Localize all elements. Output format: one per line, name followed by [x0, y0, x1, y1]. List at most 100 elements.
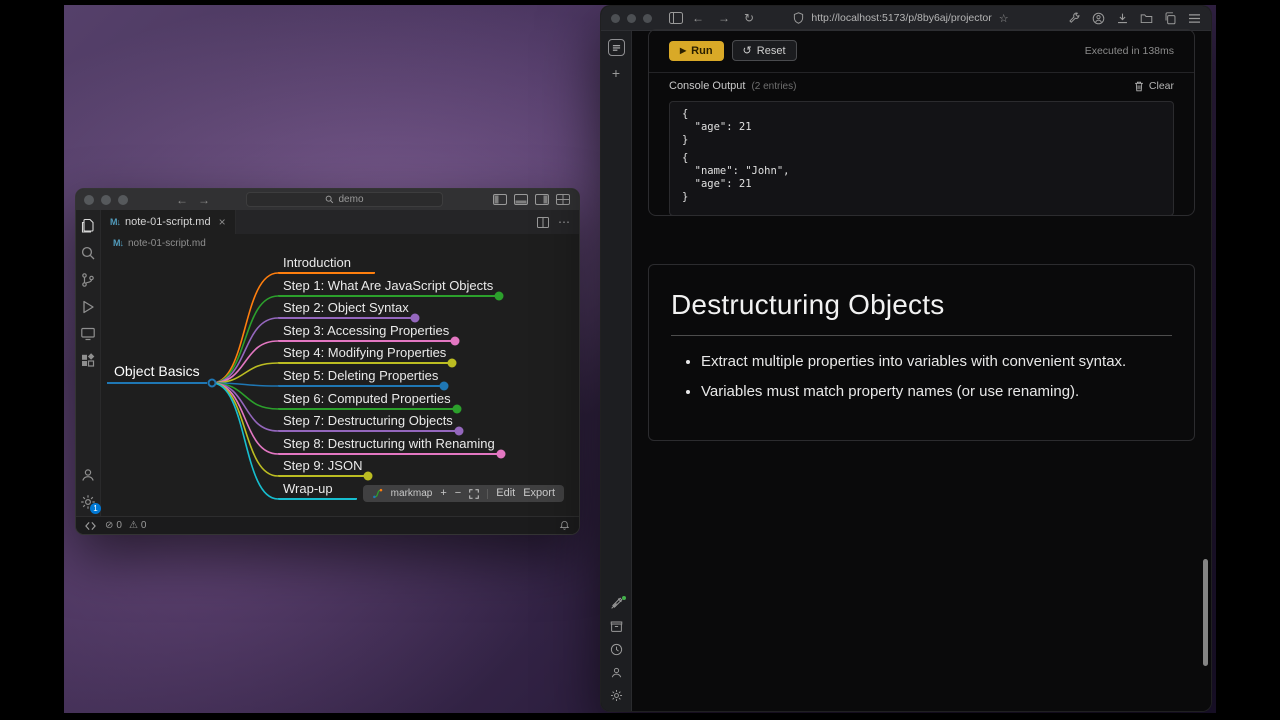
mindmap-node-dot[interactable]: [207, 378, 217, 388]
console-title: Console Output: [669, 80, 746, 92]
edit-button[interactable]: Edit: [496, 488, 515, 499]
run-button[interactable]: ▶ Run: [669, 40, 724, 61]
status-dot: [621, 596, 626, 600]
address-bar[interactable]: http://localhost:5173/p/8by6aj/projector…: [776, 6, 1026, 30]
search-text: demo: [338, 194, 364, 205]
scrollbar-thumb[interactable]: [1203, 559, 1208, 666]
extensions-icon[interactable]: [80, 353, 96, 369]
mindmap-node[interactable]: Step 4: Modifying Properties: [278, 344, 452, 364]
remote-window-icon[interactable]: [85, 521, 96, 531]
mindmap-node[interactable]: Step 2: Object Syntax: [278, 299, 414, 319]
run-debug-icon[interactable]: [80, 299, 96, 315]
history-forward-button[interactable]: →: [198, 194, 210, 206]
customize-tools-icon[interactable]: [610, 596, 626, 610]
zoom-window-button[interactable]: [643, 13, 652, 23]
export-button[interactable]: Export: [523, 488, 555, 499]
profile-person-icon[interactable]: [610, 666, 623, 679]
url-text: http://localhost:5173/p/8by6aj/projector: [811, 12, 992, 24]
tab-note-01-script[interactable]: M↓ note-01-script.md ×: [101, 210, 236, 234]
mindmap-node-dot[interactable]: [450, 336, 460, 346]
split-editor-icon[interactable]: [537, 216, 549, 228]
markmap-toolbar: markmap + − Edit Export: [362, 485, 564, 502]
problems-indicator[interactable]: ⊘ 0 ⚠ 0: [105, 520, 146, 531]
minimize-window-button[interactable]: [627, 13, 636, 23]
bullet-item: Extract multiple properties into variabl…: [701, 353, 1172, 370]
bullet-item: Variables must match property names (or …: [701, 383, 1172, 400]
mindmap-node-dot[interactable]: [447, 358, 457, 368]
command-center-search[interactable]: demo: [246, 192, 443, 207]
downloads-icon[interactable]: [1116, 12, 1129, 25]
close-window-button[interactable]: [611, 13, 620, 23]
mindmap-canvas: Object Basics Introduction Step 1: What Ar…: [101, 252, 579, 516]
mindmap-node[interactable]: Step 7: Destructuring Objects: [278, 412, 458, 432]
close-window-button[interactable]: [84, 194, 94, 205]
reset-icon: ↺: [742, 45, 752, 57]
breadcrumb[interactable]: M↓ note-01-script.md: [101, 234, 579, 252]
source-control-icon[interactable]: [80, 272, 96, 288]
mindmap-node[interactable]: Introduction: [278, 254, 375, 274]
search-sidebar-icon[interactable]: [80, 245, 96, 261]
clear-console-button[interactable]: Clear: [1134, 80, 1174, 92]
accounts-icon[interactable]: [80, 467, 96, 483]
mindmap-node[interactable]: Step 9: JSON: [278, 457, 368, 477]
new-tab-button[interactable]: +: [612, 66, 620, 80]
forward-button[interactable]: →: [718, 12, 730, 24]
mindmap-node[interactable]: Step 1: What Are JavaScript Objects: [278, 277, 499, 297]
mindmap-node-dot[interactable]: [363, 471, 373, 481]
settings-gear-icon[interactable]: 1: [80, 494, 101, 514]
play-icon: ▶: [680, 46, 687, 55]
mindmap-node[interactable]: Step 5: Deleting Properties: [278, 367, 444, 387]
tools-icon[interactable]: [1068, 12, 1081, 25]
browser-window: ← → ↻ http://localhost:5173/p/8by6aj/pro…: [600, 5, 1212, 712]
remote-explorer-icon[interactable]: [80, 326, 96, 342]
notifications-bell-icon[interactable]: [559, 520, 570, 531]
minimize-window-button[interactable]: [101, 194, 111, 205]
console-entries-count: (2 entries): [751, 80, 797, 92]
zoom-window-button[interactable]: [118, 194, 128, 205]
archive-box-icon[interactable]: [610, 620, 623, 633]
library-icon[interactable]: [1140, 12, 1153, 25]
mindmap-node[interactable]: Step 8: Destructuring with Renaming: [278, 435, 500, 455]
more-actions-icon[interactable]: ⋯: [558, 215, 570, 229]
errors-count: 0: [116, 520, 122, 531]
shield-icon[interactable]: [793, 12, 804, 24]
window-controls: [84, 194, 128, 205]
zoom-out-button[interactable]: −: [455, 488, 461, 499]
markmap-brand: markmap: [390, 488, 433, 499]
history-clock-icon[interactable]: [610, 643, 623, 656]
settings-gear-icon[interactable]: [610, 689, 623, 702]
reload-button[interactable]: ↻: [744, 12, 754, 24]
back-button[interactable]: ←: [692, 12, 704, 24]
mindmap-node-dot[interactable]: [494, 291, 504, 301]
history-back-button[interactable]: ←: [176, 194, 188, 206]
mindmap-root-node[interactable]: Object Basics: [107, 362, 207, 384]
toggle-panel-icon[interactable]: [514, 194, 528, 205]
copy-link-icon[interactable]: [1164, 11, 1177, 25]
explorer-icon[interactable]: [80, 218, 96, 234]
status-bar: ⊘ 0 ⚠ 0: [76, 516, 579, 534]
menu-icon[interactable]: [1188, 13, 1201, 24]
bookmark-star-icon[interactable]: ☆: [999, 12, 1009, 25]
mindmap-node[interactable]: Step 6: Computed Properties: [278, 390, 456, 410]
reset-button[interactable]: ↺ Reset: [731, 40, 797, 61]
mindmap-node[interactable]: Step 3: Accessing Properties: [278, 322, 455, 342]
console-entry: { "name": "John", "age": 21 }: [682, 152, 790, 203]
errors-icon: ⊘: [105, 520, 114, 531]
profile-icon[interactable]: [1092, 12, 1105, 25]
markmap-preview: Object Basics Introduction Step 1: What Ar…: [101, 252, 579, 516]
code-runner-card: ▶ Run ↺ Reset Executed in 138ms Console …: [648, 29, 1195, 216]
tab-close-icon[interactable]: ×: [219, 216, 226, 228]
toggle-secondary-sidebar-icon[interactable]: [535, 194, 549, 205]
pinned-tab-icon[interactable]: [607, 39, 625, 56]
section-title: Destructuring Objects: [671, 289, 945, 320]
customize-layout-icon[interactable]: [556, 194, 570, 205]
fit-view-icon[interactable]: [469, 488, 480, 499]
toggle-sidebar-icon[interactable]: [493, 194, 507, 205]
activity-bar: 1: [76, 210, 101, 516]
toggle-sidebar-icon[interactable]: [669, 12, 683, 24]
mindmap-node-dot[interactable]: [496, 449, 506, 459]
zoom-in-button[interactable]: +: [440, 488, 446, 499]
search-icon: [325, 195, 334, 204]
console-entry: { "age": 21 }: [682, 108, 752, 146]
mindmap-node[interactable]: Wrap-up: [278, 480, 357, 500]
